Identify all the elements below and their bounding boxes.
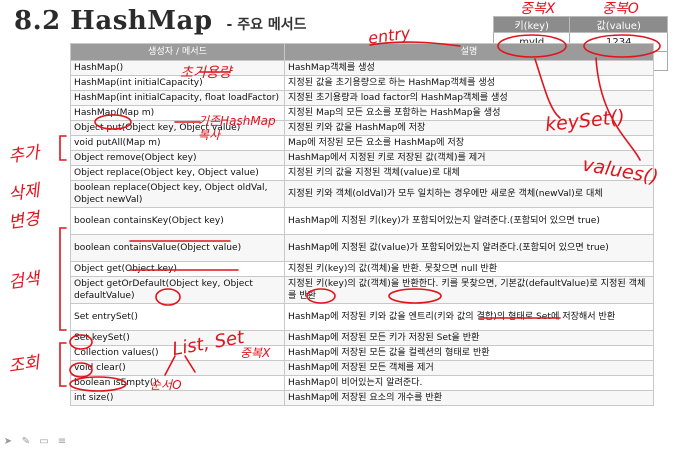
method-signature: Object get(Object key) <box>70 261 285 277</box>
method-row: Object get(Object key) 지정된 키(key)의 값(객체)을… <box>70 261 654 277</box>
method-signature: boolean replace(Object key, Object oldVa… <box>70 180 285 208</box>
method-row: HashMap(int initialCapacity) 지정된 값을 초기용량으… <box>70 75 654 91</box>
pen-icon[interactable]: ✎ <box>20 436 32 448</box>
method-signature: HashMap(int initialCapacity) <box>70 75 285 91</box>
header-signature: 생성자 / 메서드 <box>70 43 285 61</box>
method-signature: HashMap(int initialCapacity, float loadF… <box>70 90 285 106</box>
method-description: 지정된 초기용량과 load factor의 HashMap객체를 생성 <box>284 90 654 106</box>
note-order-no: 중복X <box>240 346 271 360</box>
presentation-toolbar: ➤ ✎ ▭ ≡ <box>2 436 68 448</box>
method-description: HashMap에 저장된 모든 키가 저장된 Set을 반환 <box>284 330 654 346</box>
bracket-add <box>59 135 67 161</box>
note-copy-constructor: 기존HashMap 복사 <box>198 114 276 142</box>
method-signature: Set entrySet() <box>70 303 285 331</box>
method-signature: HashMap() <box>70 60 285 76</box>
method-row: Set entrySet() HashMap에 저장된 키와 값을 엔트리(키와 … <box>70 303 654 331</box>
method-row: HashMap(int initialCapacity, float loadF… <box>70 90 654 106</box>
header-description: 설명 <box>284 43 654 61</box>
slide-title: 8.2 HashMap - 주요 메서드 <box>14 6 307 36</box>
method-description: Map에 저장된 모든 요소를 HashMap에 저장 <box>284 135 654 151</box>
method-signature: Object replace(Object key, Object value) <box>70 165 285 181</box>
method-description: HashMap에 저장된 모든 값을 컬렉션의 형태로 반환 <box>284 345 654 361</box>
bracket-view <box>59 342 67 387</box>
method-signature: void clear() <box>70 360 285 376</box>
arrow-icon[interactable]: ➤ <box>2 436 14 448</box>
note-key-unique: 중복X <box>520 1 556 17</box>
method-description: HashMap에 저장된 모든 객체를 제거 <box>284 360 654 376</box>
method-signature: boolean containsKey(Object key) <box>70 207 285 235</box>
bracket-search <box>59 227 67 331</box>
method-row: Collection values() HashMap에 저장된 모든 값을 컬렉… <box>70 345 654 361</box>
note-view: 조회 <box>7 352 41 378</box>
note-order-yes: 순서O <box>150 378 182 392</box>
page-title: 8.2 HashMap <box>14 6 213 36</box>
menu-icon[interactable]: ≡ <box>56 436 68 448</box>
method-row: Object remove(Object key) HashMap에서 지정된 키… <box>70 150 654 166</box>
method-row: Set keySet() HashMap에 저장된 모든 키가 저장된 Set을 … <box>70 330 654 346</box>
methods-table: 생성자 / 메서드 설명 HashMap() HashMap객체를 생성 HashM… <box>70 43 654 406</box>
method-description: 지정된 값을 초기용량으로 하는 HashMap객체를 생성 <box>284 75 654 91</box>
method-row: boolean replace(Object key, Object oldVa… <box>70 180 654 208</box>
method-row: void clear() HashMap에 저장된 모든 객체를 제거 <box>70 360 654 376</box>
method-signature: Object remove(Object key) <box>70 150 285 166</box>
method-row: boolean containsKey(Object key) HashMap에 … <box>70 207 654 235</box>
note-search: 검색 <box>7 268 41 294</box>
method-signature: boolean containsValue(Object value) <box>70 234 285 262</box>
method-description: HashMap에 저장된 요소의 개수를 반환 <box>284 390 654 406</box>
note-add: 추가 <box>7 142 41 168</box>
note-value-duplicate: 중복O <box>602 1 639 17</box>
method-description: 지정된 키(key)의 값(객체)을 반환. 못찾으면 null 반환 <box>284 261 654 277</box>
note-initial-capacity: 초기용량 <box>180 65 232 81</box>
page-subtitle: - 주요 메서드 <box>226 17 307 33</box>
kv-header-value: 값(value) <box>569 16 668 33</box>
method-description: HashMap에 저장된 키와 값을 엔트리(키와 값의 결합)의 형태로 Se… <box>284 303 654 331</box>
method-row: Object replace(Object key, Object value)… <box>70 165 654 181</box>
method-description: HashMap에 지정된 키(key)가 포함되어있는지 알려준다.(포함되어 … <box>284 207 654 235</box>
note-change: 변경 <box>7 208 41 234</box>
kv-header-key: 키(key) <box>492 16 571 33</box>
method-description: 지정된 키(key)의 값(객체)을 반환한다. 키를 못찾으면, 기본값(de… <box>284 276 654 304</box>
method-row: void putAll(Map m) Map에 저장된 모든 요소를 HashMa… <box>70 135 654 151</box>
method-description: 지정된 키와 객체(oldVal)가 모두 일치하는 경우에만 새로운 객체(n… <box>284 180 654 208</box>
note-delete: 삭제 <box>7 180 41 206</box>
method-description: HashMap에 지정된 값(value)가 포함되어있는지 알려준다.(포함되… <box>284 234 654 262</box>
method-row: HashMap() HashMap객체를 생성 <box>70 60 654 76</box>
method-description: HashMap이 비어있는지 알려준다. <box>284 375 654 391</box>
method-signature: Object getOrDefault(Object key, Object d… <box>70 276 285 304</box>
eraser-icon[interactable]: ▭ <box>38 436 50 448</box>
method-row: Object getOrDefault(Object key, Object d… <box>70 276 654 304</box>
method-description: HashMap객체를 생성 <box>284 60 654 76</box>
method-row: boolean containsValue(Object value) HashM… <box>70 234 654 262</box>
